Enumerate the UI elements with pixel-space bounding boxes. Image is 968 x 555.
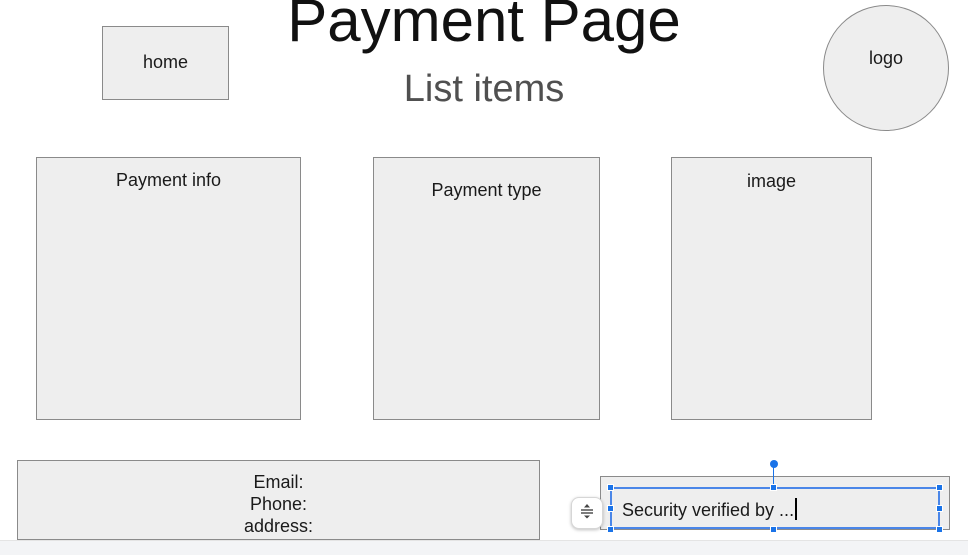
home-button-label: home — [142, 52, 189, 72]
resize-handle-bottom-right[interactable] — [936, 526, 943, 533]
text-cursor — [795, 498, 798, 520]
resize-handle-bottom[interactable] — [770, 526, 777, 533]
resize-handle-left[interactable] — [607, 505, 614, 512]
home-button[interactable]: home — [102, 26, 229, 100]
resize-handle-top-right[interactable] — [936, 484, 943, 491]
image-panel[interactable]: image — [671, 157, 872, 420]
rotate-handle[interactable] — [770, 460, 778, 468]
phone-label: Phone: — [249, 494, 308, 514]
resize-handle-top-left[interactable] — [607, 484, 614, 491]
address-label: address: — [243, 516, 314, 536]
security-text: Security verified by ... — [622, 500, 795, 520]
payment-type-label: Payment type — [431, 180, 542, 200]
vertical-align-icon — [579, 503, 595, 524]
payment-info-label: Payment info — [115, 170, 222, 190]
logo: logo — [823, 5, 949, 131]
text-selection-frame[interactable]: Security verified by ... — [610, 487, 940, 529]
payment-info-panel[interactable]: Payment info — [36, 157, 301, 420]
resize-handle-bottom-left[interactable] — [607, 526, 614, 533]
security-text-editor[interactable]: Security verified by ... — [622, 498, 798, 521]
vertical-align-button[interactable] — [571, 497, 603, 529]
contact-lines: Email: Phone: address: — [18, 471, 539, 537]
bottom-bar — [0, 540, 968, 555]
email-label: Email: — [253, 472, 304, 492]
contact-info-box[interactable]: Email: Phone: address: — [17, 460, 540, 540]
resize-handle-top[interactable] — [770, 484, 777, 491]
resize-handle-right[interactable] — [936, 505, 943, 512]
image-label: image — [746, 171, 797, 191]
logo-label: logo — [868, 48, 904, 68]
payment-type-panel[interactable]: Payment type — [373, 157, 600, 420]
